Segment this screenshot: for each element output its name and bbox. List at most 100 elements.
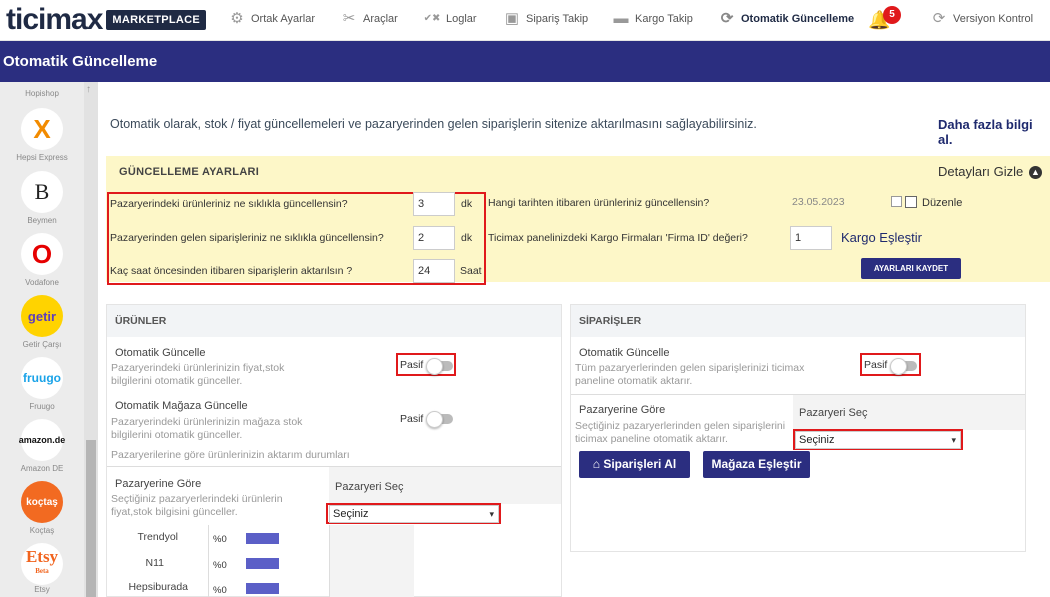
product-auto-toggle[interactable] <box>426 358 453 375</box>
notification-bell[interactable]: 🔔 5 <box>868 6 904 34</box>
fruugo-logo: fruugo <box>21 357 63 399</box>
product-auto-toggle-label: Pasif <box>400 359 424 371</box>
start-date-label: Hangi tarihten itibaren ürünleriniz günc… <box>488 197 710 209</box>
amazon-logo: amazon.de <box>19 419 65 461</box>
nav-araclar[interactable]: ✂ Araçlar <box>340 10 398 28</box>
sidebar-scrollbar-thumb[interactable] <box>86 440 96 597</box>
notification-count: 5 <box>883 6 901 24</box>
refresh-icon: ⟳ <box>720 10 734 27</box>
nav-label: Ortak Ayarlar <box>251 13 315 25</box>
sidebar-item-label: Amazon DE <box>20 464 64 473</box>
marketplace-row-name: Hepsiburada <box>128 581 188 593</box>
sidebar-item-label: Hopishop <box>25 89 59 98</box>
transfer-status-caption: Pazaryerilerine göre ürünlerinizin aktar… <box>111 449 350 461</box>
sidebar-item-hepsi-express[interactable]: X Hepsi Express <box>0 108 84 162</box>
product-marketplace-select[interactable]: Seçiniz ▾ <box>329 505 499 523</box>
truck-icon: ▬ <box>613 10 629 27</box>
store-update-desc-1: Pazaryerindeki ürünlerinizin mağaza stok <box>111 416 303 428</box>
settings-heading: GÜNCELLEME AYARLARI <box>119 166 260 178</box>
order-by-marketplace-desc-2: ticimax paneline otomatik aktarır. <box>575 433 728 445</box>
nav-otomatik-guncelleme[interactable]: ⟳ Otomatik Güncelleme <box>718 10 854 28</box>
sidebar-item-label: Koçtaş <box>29 526 55 535</box>
marketplace-progress-bar <box>246 583 279 594</box>
cart-icon: ⌂ <box>592 457 600 471</box>
sidebar-item-vodafone[interactable]: O Vodafone <box>0 233 84 287</box>
intro-text: Otomatik olarak, stok / fiyat güncelleme… <box>110 117 757 131</box>
nav-ortak-ayarlar[interactable]: ⚙ Ortak Ayarlar <box>228 10 315 28</box>
sidebar-item-beymen[interactable]: B Beymen <box>0 171 84 225</box>
marketplace-badge: MARKETPLACE <box>106 10 207 30</box>
sidebar-item-koctas[interactable]: koçtaş Koçtaş <box>0 481 84 535</box>
marketplace-progress-bar <box>246 558 279 569</box>
order-auto-toggle[interactable] <box>890 358 917 375</box>
ticimax-logo[interactable]: ticimax MARKETPLACE <box>6 3 207 36</box>
log-icon: ✔✖ <box>423 13 441 24</box>
product-auto-update-title: Otomatik Güncelle <box>115 347 206 359</box>
calendar-icon[interactable] <box>891 196 902 207</box>
firm-id-input[interactable] <box>790 226 832 250</box>
product-by-marketplace-title: Pazaryerine Göre <box>115 478 202 490</box>
order-frequency-input[interactable] <box>413 226 455 250</box>
order-marketplace-select-label: Pazaryeri Seç <box>799 407 868 419</box>
sidebar-item-etsy[interactable]: Etsy Beta Etsy <box>0 543 84 594</box>
vodafone-logo: O <box>21 233 63 275</box>
nav-label: Loglar <box>446 13 477 25</box>
collapse-up-icon[interactable]: ▲ <box>1029 166 1042 179</box>
nav-label: Kargo Takip <box>635 13 693 25</box>
gear-icon: ⚙ <box>230 10 244 27</box>
product-frequency-input[interactable] <box>413 192 455 216</box>
divider <box>208 525 209 597</box>
refresh-icon: ⟳ <box>932 10 946 27</box>
order-by-marketplace-title: Pazaryerine Göre <box>579 404 666 416</box>
product-by-marketplace-desc-2: fiyat,stok bilgisini günceller. <box>111 506 238 518</box>
chevron-down-icon: ▾ <box>951 435 956 445</box>
nav-loglar[interactable]: ✔✖ Loglar <box>423 10 477 28</box>
orders-heading: SİPARİŞLER <box>571 305 1025 337</box>
more-info-link[interactable]: Daha fazla bilgi al. <box>938 117 1050 147</box>
page-title: Otomatik Güncelleme <box>0 41 1050 82</box>
tools-icon: ✂ <box>342 10 356 27</box>
nav-siparis-takip[interactable]: ▣ Sipariş Takip <box>503 10 588 28</box>
nav-label: Araçlar <box>363 13 398 25</box>
nav-versiyon-kontrol[interactable]: ⟳ Versiyon Kontrol <box>930 10 1033 28</box>
match-store-button[interactable]: Mağaza Eşleştir <box>703 451 810 478</box>
hours-back-unit: Saat <box>460 265 482 277</box>
order-by-marketplace-desc-1: Seçtiğiniz pazaryerlerinden gelen sipari… <box>575 420 786 432</box>
marketplace-row-pct: %0 <box>213 585 227 596</box>
order-frequency-label: Pazaryerinden gelen siparişleriniz ne sı… <box>110 232 384 244</box>
sidebar-item-label: Beymen <box>27 216 57 225</box>
hours-back-input[interactable] <box>413 259 455 283</box>
sidebar-item-amazon-de[interactable]: amazon.de Amazon DE <box>0 419 84 473</box>
start-date-value[interactable]: 23.05.2023 <box>792 196 845 208</box>
sidebar-item-getir-carsi[interactable]: getir Getir Çarşı <box>0 295 84 349</box>
hide-details-button[interactable]: Detayları Gizle <box>938 164 1023 179</box>
order-frequency-unit: dk <box>461 232 473 244</box>
select-value: Seçiniz <box>799 434 835 446</box>
edit-checkbox-label: Düzenle <box>922 197 963 209</box>
koctas-logo: koçtaş <box>21 481 63 523</box>
etsy-mark: Etsy <box>25 547 59 566</box>
store-toggle[interactable] <box>426 411 453 428</box>
sidebar-item-label: Hepsi Express <box>16 153 68 162</box>
hepsi-express-logo: X <box>21 108 63 150</box>
store-update-title: Otomatik Mağaza Güncelle <box>115 400 248 412</box>
order-marketplace-select[interactable]: Seçiniz ▾ <box>795 431 961 449</box>
order-auto-toggle-label: Pasif <box>864 359 888 371</box>
etsy-beta: Beta <box>35 567 49 575</box>
sidebar-item-fruugo[interactable]: fruugo Fruugo <box>0 357 84 411</box>
box-icon: ▣ <box>504 10 520 27</box>
scroll-up-arrow-icon[interactable]: ↑ <box>86 84 91 95</box>
select-value: Seçiniz <box>333 508 369 520</box>
product-auto-update-desc-1: Pazaryerindeki ürünlerinizin fiyat,stok <box>111 362 285 374</box>
cargo-match-link[interactable]: Kargo Eşleştir <box>841 230 922 245</box>
sidebar-item-label: Fruugo <box>29 402 55 411</box>
edit-checkbox[interactable] <box>905 196 917 208</box>
nav-kargo-takip[interactable]: ▬ Kargo Takip <box>612 10 693 28</box>
save-settings-button[interactable]: AYARLARI KAYDET <box>861 258 961 279</box>
order-auto-update-title: Otomatik Güncelle <box>579 347 670 359</box>
sidebar-item-hopishop[interactable]: Hopishop <box>0 86 84 98</box>
beymen-logo: B <box>21 171 63 213</box>
marketplace-row-name: Trendyol <box>137 531 178 543</box>
fetch-orders-button[interactable]: ⌂ Siparişleri Al <box>579 451 690 478</box>
sidebar-item-label: Vodafone <box>25 278 59 287</box>
